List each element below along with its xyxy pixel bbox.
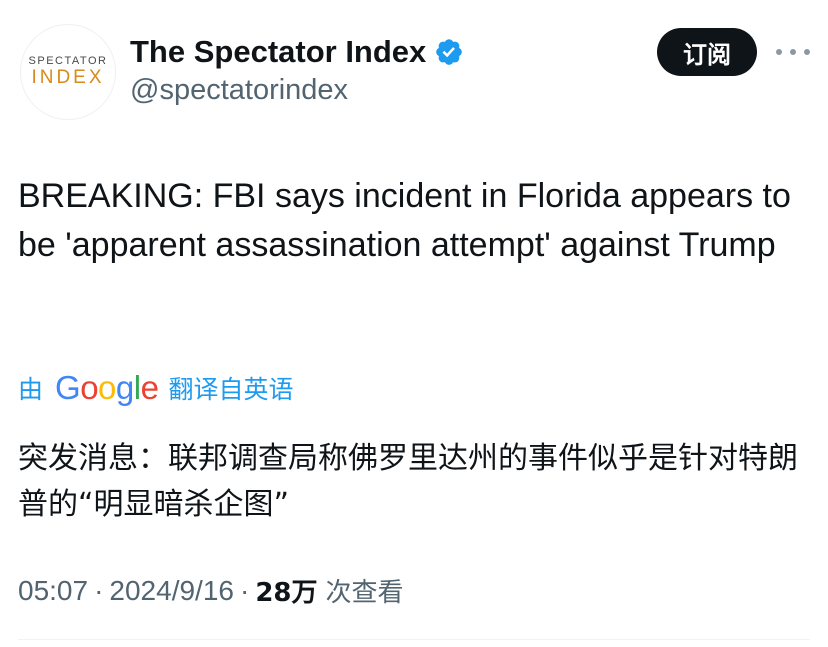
avatar[interactable]: SPECTATOR INDEX (20, 24, 116, 120)
views-label: 次查看 (325, 578, 404, 608)
tweet-time[interactable]: 05:07 (18, 575, 88, 607)
translation-attribution[interactable]: 由 Google 翻译自英语 (18, 366, 293, 410)
author-handle[interactable]: @spectatorindex (130, 74, 348, 107)
more-dot (790, 49, 796, 55)
views-count[interactable]: 28万 (255, 572, 317, 609)
tweet-text: BREAKING: FBI says incident in Florida a… (18, 177, 791, 264)
tweet-meta: 05:07 · 2024/9/16 · 28万 次查看 (18, 572, 404, 609)
translated-tweet-text: 突发消息：联邦调查局称佛罗里达州的事件似乎是针对特朗普的“明显暗杀企图” (18, 441, 798, 522)
author-display-name[interactable]: The Spectator Index (130, 34, 426, 70)
meta-separator: · (94, 574, 104, 606)
google-logo: Google (55, 369, 159, 406)
more-dot (804, 49, 810, 55)
more-horizontal-icon[interactable] (776, 40, 810, 64)
meta-separator: · (239, 574, 250, 606)
author-name-row: The Spectator Index (130, 30, 464, 74)
more-dot (776, 49, 782, 55)
tweet-detail: SPECTATOR INDEX The Spectator Index @spe… (0, 0, 828, 647)
avatar-logo-line2: INDEX (31, 67, 105, 88)
translation-suffix: 翻译自英语 (168, 375, 294, 404)
translation-prefix: 由 (18, 375, 44, 404)
verified-badge-icon[interactable] (434, 37, 464, 67)
tweet-date[interactable]: 2024/9/16 (109, 575, 234, 607)
avatar-logo-line1: SPECTATOR (28, 55, 108, 67)
divider (18, 639, 810, 640)
subscribe-button[interactable]: 订阅 (657, 28, 757, 76)
